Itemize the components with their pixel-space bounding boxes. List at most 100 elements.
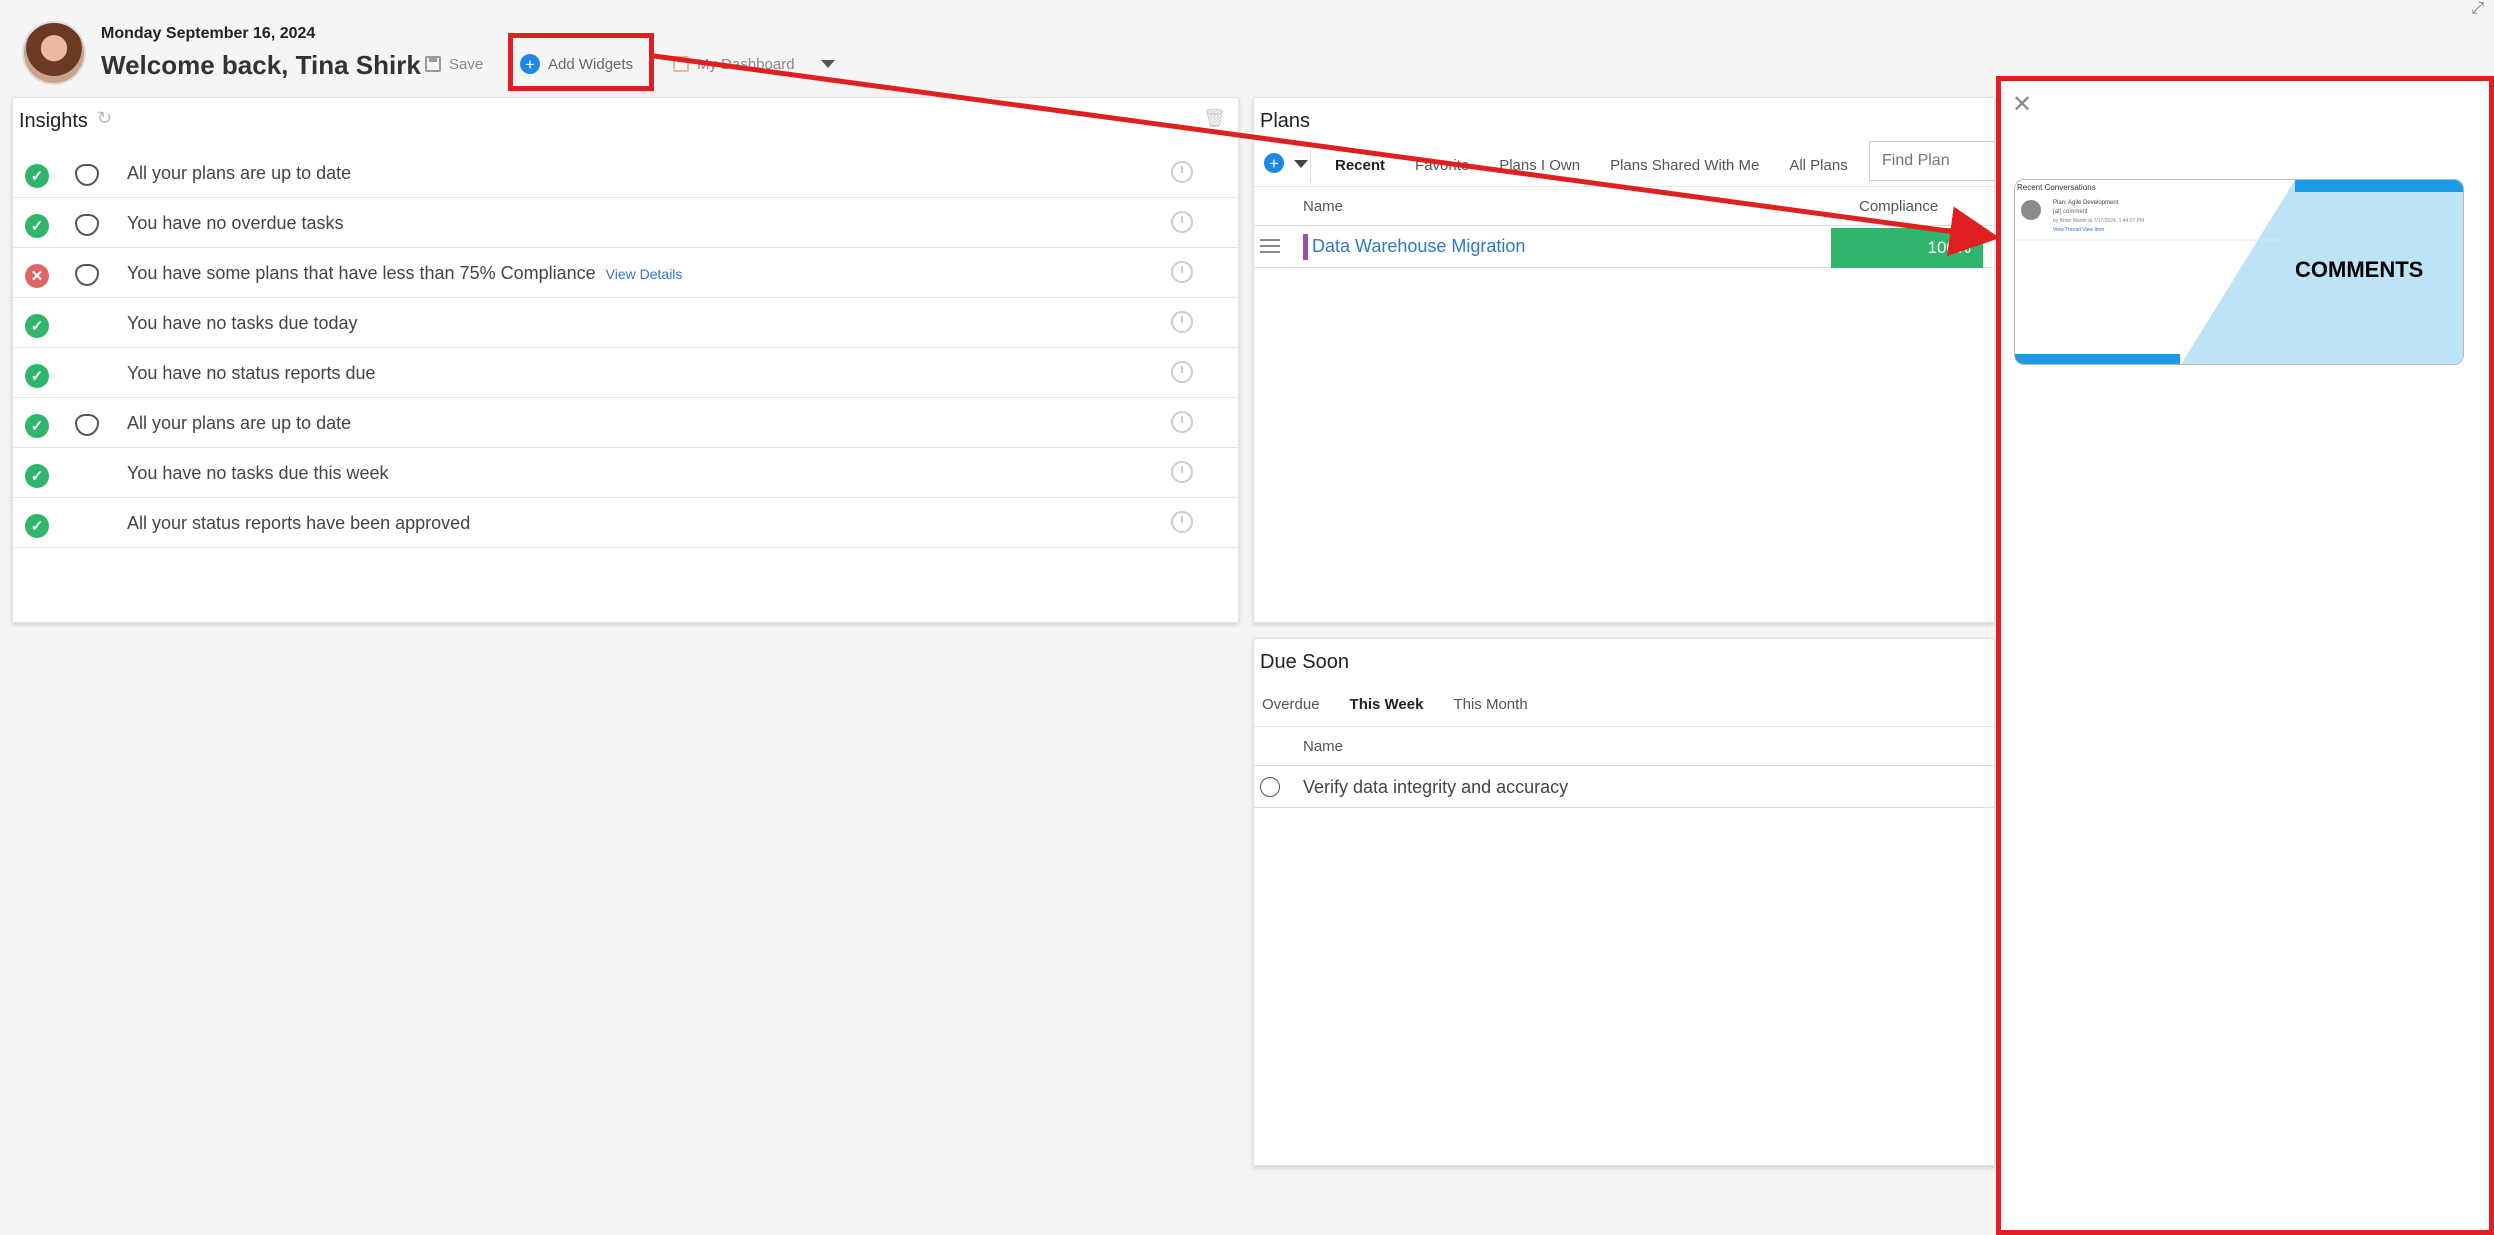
shield-icon bbox=[75, 264, 99, 286]
insight-label: You have no overdue tasks bbox=[127, 213, 344, 233]
preview-line: View Thread View Item bbox=[2053, 227, 2105, 233]
insight-text: You have no tasks due today bbox=[127, 313, 358, 334]
insight-row: ✕ You have some plans that have less than… bbox=[13, 248, 1238, 298]
current-date: Monday September 16, 2024 bbox=[101, 25, 316, 42]
find-plan-input[interactable] bbox=[1869, 141, 1994, 181]
tab-plans-i-own[interactable]: Plans I Own bbox=[1499, 157, 1580, 174]
alarm-clock-icon[interactable] bbox=[1171, 211, 1193, 233]
preview-line: by Brian Martin at 7/17/2024, 1:44:07 PM bbox=[2053, 218, 2145, 224]
preview-recent-title: Recent Conversations bbox=[2017, 183, 2096, 192]
preview-avatar bbox=[2021, 200, 2041, 220]
floppy-disk-icon bbox=[425, 56, 441, 72]
alarm-clock-icon[interactable] bbox=[1171, 461, 1193, 483]
insight-row: ✓ You have no tasks due this week bbox=[13, 448, 1238, 498]
column-header-name[interactable]: Name bbox=[1303, 738, 1343, 755]
tab-overdue[interactable]: Overdue bbox=[1262, 696, 1320, 713]
insight-label: All your status reports have been approv… bbox=[127, 513, 471, 533]
insights-panel: Insights ↻ 🗑 ✓ All your plans are up to d… bbox=[12, 97, 1239, 623]
shield-icon bbox=[75, 414, 99, 436]
refresh-icon[interactable]: ↻ bbox=[97, 108, 112, 129]
close-icon[interactable]: ✕ bbox=[2012, 90, 2032, 119]
due-soon-tabs: Overdue This Week This Month bbox=[1262, 696, 1528, 713]
tab-this-week[interactable]: This Week bbox=[1350, 696, 1424, 713]
insight-row: ✓ All your plans are up to date bbox=[13, 148, 1238, 198]
compliance-badge: 100% bbox=[1831, 228, 1983, 268]
table-row[interactable]: Verify data integrity and accuracy bbox=[1254, 766, 1994, 808]
plan-name-link[interactable]: Data Warehouse Migration bbox=[1312, 236, 1525, 257]
check-circle-icon: ✓ bbox=[25, 414, 49, 438]
check-circle-icon: ✓ bbox=[25, 214, 49, 238]
check-circle-icon: ✓ bbox=[25, 464, 49, 488]
column-header-compliance[interactable]: Compliance bbox=[1859, 198, 1938, 215]
preview-line: [at] comment bbox=[2053, 209, 2088, 215]
view-details-link[interactable]: View Details bbox=[606, 266, 683, 282]
insight-text: You have some plans that have less than … bbox=[127, 263, 682, 284]
plan-color-bar bbox=[1303, 234, 1308, 260]
insight-text: You have no status reports due bbox=[127, 363, 376, 384]
insight-label: All your plans are up to date bbox=[127, 413, 352, 433]
expand-icon[interactable]: ⤢ bbox=[2471, 0, 2484, 18]
tab-recent[interactable]: Recent bbox=[1335, 157, 1385, 174]
task-name[interactable]: Verify data integrity and accuracy bbox=[1303, 777, 1568, 798]
chevron-down-icon[interactable] bbox=[820, 60, 835, 68]
alarm-clock-icon[interactable] bbox=[1171, 511, 1193, 533]
insight-label: You have no tasks due this week bbox=[127, 463, 389, 483]
welcome-heading: Welcome back, Tina Shirk bbox=[101, 50, 421, 80]
due-soon-panel: Due Soon Overdue This Week This Month Na… bbox=[1253, 638, 1995, 1166]
alarm-clock-icon[interactable] bbox=[1171, 411, 1193, 433]
check-circle-icon: ✓ bbox=[25, 164, 49, 188]
alarm-clock-icon[interactable] bbox=[1171, 311, 1193, 333]
insight-label: All your plans are up to date bbox=[127, 163, 352, 183]
plans-panel: Plans + Recent Favorite Plans I Own Plan… bbox=[1253, 97, 1995, 623]
due-table-header: Name bbox=[1254, 726, 1994, 766]
alarm-clock-icon[interactable] bbox=[1171, 161, 1193, 183]
plans-table-header: Name Compliance bbox=[1254, 186, 1994, 226]
tab-favorite[interactable]: Favorite bbox=[1415, 157, 1469, 174]
add-widget-panel: ✕ Recent Conversations Plan: Agile Devel… bbox=[1996, 76, 2494, 1235]
comments-widget-preview[interactable]: Recent Conversations Plan: Agile Develop… bbox=[2014, 179, 2464, 365]
check-circle-icon: ✓ bbox=[25, 514, 49, 538]
due-soon-title: Due Soon bbox=[1260, 651, 1349, 673]
shield-icon bbox=[75, 164, 99, 186]
table-row[interactable]: Data Warehouse Migration 100% bbox=[1254, 226, 1994, 268]
insight-text: You have no tasks due this week bbox=[127, 463, 389, 484]
insight-row: ✓ You have no status reports due bbox=[13, 348, 1238, 398]
insight-label: You have some plans that have less than … bbox=[127, 263, 596, 283]
tab-plans-shared[interactable]: Plans Shared With Me bbox=[1610, 157, 1759, 174]
insight-text: All your plans are up to date bbox=[127, 413, 351, 434]
plans-title: Plans bbox=[1260, 110, 1311, 132]
alarm-clock-icon[interactable] bbox=[1171, 261, 1193, 283]
add-plan-icon[interactable]: + bbox=[1264, 153, 1284, 173]
shield-icon bbox=[75, 214, 99, 236]
drag-handle-icon[interactable] bbox=[1260, 239, 1280, 253]
column-header-name[interactable]: Name bbox=[1303, 198, 1343, 215]
comments-widget-label: COMMENTS bbox=[2295, 257, 2424, 282]
insight-row: ✓ You have no tasks due today bbox=[13, 298, 1238, 348]
save-label: Save bbox=[449, 55, 484, 73]
insight-label: You have no status reports due bbox=[127, 363, 376, 383]
check-circle-icon: ✓ bbox=[25, 364, 49, 388]
error-circle-icon: ✕ bbox=[25, 264, 49, 288]
insight-row: ✓ All your status reports have been appro… bbox=[13, 498, 1238, 548]
dashboard-selector[interactable]: My Dashboard bbox=[673, 50, 835, 78]
insight-text: You have no overdue tasks bbox=[127, 213, 344, 234]
task-complete-radio[interactable] bbox=[1260, 777, 1280, 797]
check-circle-icon: ✓ bbox=[25, 314, 49, 338]
annotation-highlight-box bbox=[508, 33, 654, 91]
dashboard-label: My Dashboard bbox=[697, 55, 795, 73]
insight-label: You have no tasks due today bbox=[127, 313, 358, 333]
insight-row: ✓ You have no overdue tasks bbox=[13, 198, 1238, 248]
tab-all-plans[interactable]: All Plans bbox=[1789, 157, 1847, 174]
insight-text: All your status reports have been approv… bbox=[127, 513, 470, 534]
preview-line: Plan: Agile Development bbox=[2053, 200, 2119, 206]
trash-icon[interactable]: 🗑 bbox=[1203, 108, 1226, 129]
insights-title: Insights bbox=[19, 110, 88, 132]
chevron-down-icon[interactable] bbox=[1294, 160, 1308, 168]
save-button[interactable]: Save bbox=[425, 50, 483, 78]
insight-text: All your plans are up to date bbox=[127, 163, 351, 184]
dashboard-icon bbox=[673, 56, 689, 72]
alarm-clock-icon[interactable] bbox=[1171, 361, 1193, 383]
tab-this-month[interactable]: This Month bbox=[1453, 696, 1527, 713]
avatar[interactable] bbox=[22, 21, 86, 85]
insight-row: ✓ All your plans are up to date bbox=[13, 398, 1238, 448]
